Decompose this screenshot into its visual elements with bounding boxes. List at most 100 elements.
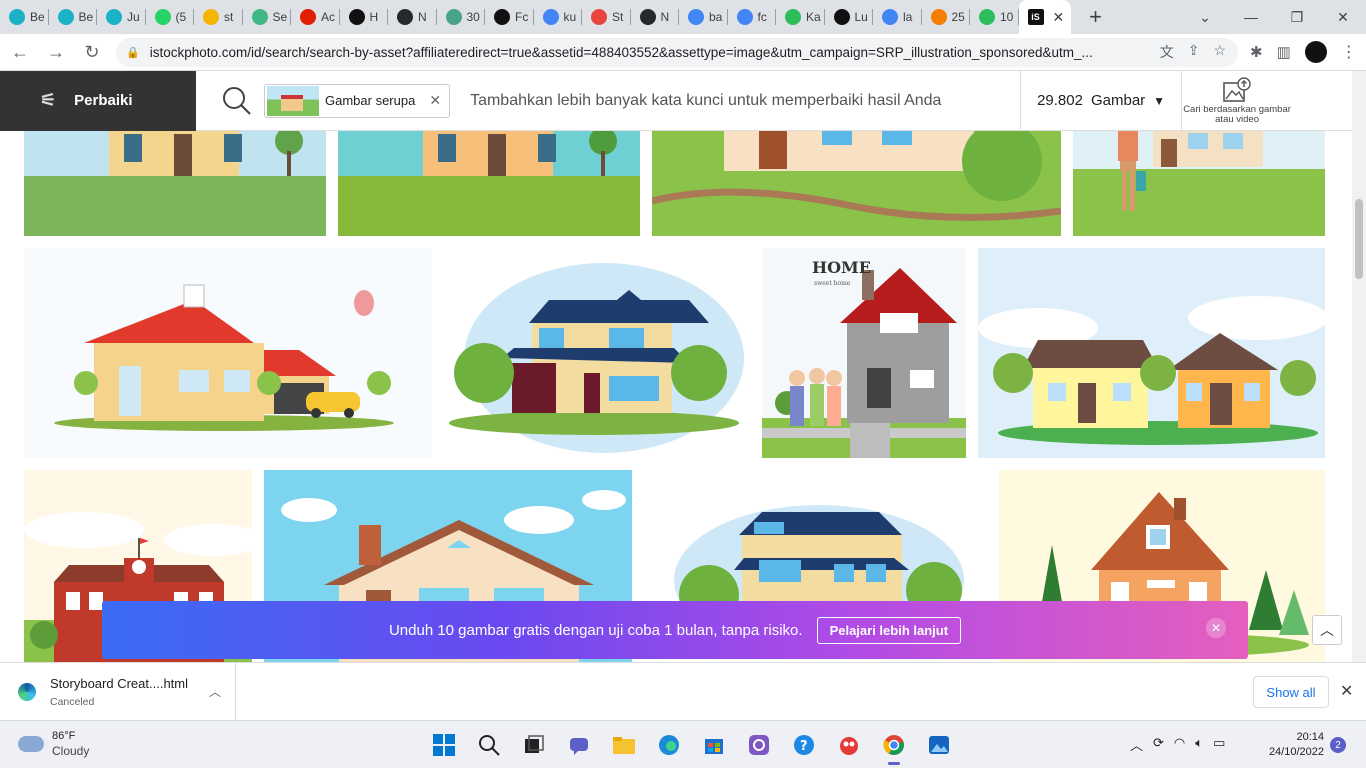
result-image[interactable] — [652, 131, 1061, 236]
file-explorer-icon[interactable] — [608, 729, 640, 761]
task-view-icon[interactable] — [518, 729, 550, 761]
remove-chip-icon[interactable]: ✕ — [429, 92, 441, 109]
sync-icon[interactable]: ⟳ — [1153, 735, 1164, 754]
game-app-icon[interactable] — [833, 729, 865, 761]
search-by-image-button[interactable]: Cari berdasarkan gambar atau video — [1182, 76, 1292, 125]
clock[interactable]: 20:14 24/10/2022 — [1262, 730, 1324, 760]
browser-tab[interactable]: 30 — [437, 0, 485, 34]
browser-tab[interactable]: Ju — [97, 0, 146, 34]
browser-tab[interactable]: Be — [49, 0, 97, 34]
tab-label: Ju — [127, 10, 140, 24]
result-count-dropdown[interactable]: 29.802 Gambar ▼ — [1020, 70, 1183, 131]
download-status: Canceled — [50, 695, 95, 708]
tab-label: Be — [78, 10, 94, 24]
similar-images-chip[interactable]: Gambar serupa ✕ — [264, 83, 451, 118]
show-all-button[interactable]: Show all — [1253, 676, 1329, 708]
tab-istock-active[interactable]: iS ✕ — [1018, 0, 1071, 34]
browser-tab[interactable]: Lu — [825, 0, 873, 34]
restore-button[interactable]: ❐ — [1274, 0, 1320, 34]
chevron-up-icon[interactable]: ︿ — [1130, 735, 1143, 754]
result-image[interactable] — [24, 131, 326, 236]
share-icon[interactable]: ⇪ — [1188, 42, 1200, 62]
photos-icon[interactable] — [923, 729, 955, 761]
istock-icon: iS — [1027, 9, 1044, 25]
minimize-button[interactable]: — — [1228, 0, 1274, 34]
home-subtitle-text: sweet home — [814, 280, 851, 287]
docs-icon — [445, 9, 462, 25]
back-button[interactable]: ← — [4, 36, 36, 68]
profile-avatar[interactable] — [1304, 41, 1327, 63]
result-image[interactable] — [978, 248, 1325, 458]
chrome-icon[interactable] — [878, 729, 910, 765]
browser-tab[interactable]: 10 — [970, 0, 1019, 34]
search-icon[interactable] — [473, 729, 505, 761]
scrollbar-thumb[interactable] — [1355, 199, 1363, 279]
url-text: istockphoto.com/id/search/search-by-asse… — [149, 44, 1093, 60]
browser-tab[interactable]: la — [873, 0, 922, 34]
menu-icon[interactable]: ⋮ — [1341, 42, 1357, 62]
battery-icon[interactable]: ▭ — [1213, 735, 1225, 754]
temperature: 86°F — [52, 730, 76, 742]
tab-search-icon[interactable]: ⌄ — [1182, 0, 1228, 34]
browser-tab[interactable]: Be — [0, 0, 49, 34]
keyword-input[interactable]: Tambahkan lebih banyak kata kunci untuk … — [470, 92, 1020, 110]
edge-icon[interactable] — [653, 729, 685, 761]
translate-icon[interactable]: ⽂ — [1160, 42, 1174, 62]
result-image[interactable]: HOME sweet home — [762, 248, 966, 458]
result-image[interactable] — [24, 248, 432, 458]
browser-tab[interactable]: ku — [534, 0, 582, 34]
side-panel-icon[interactable]: ▥ — [1277, 43, 1291, 61]
app-icon[interactable] — [743, 729, 775, 761]
notification-badge[interactable]: 2 — [1330, 737, 1346, 753]
browser-tab[interactable]: Ka — [776, 0, 825, 34]
weather-widget[interactable]: 86°F Cloudy — [18, 730, 89, 758]
close-window-button[interactable]: ✕ — [1320, 0, 1366, 34]
tab-label: N — [418, 10, 427, 24]
result-image[interactable] — [338, 131, 640, 236]
volume-icon[interactable]: 🔈︎ — [1195, 735, 1203, 754]
browser-tab[interactable]: (5 — [146, 0, 194, 34]
close-icon[interactable]: ✕ — [1206, 618, 1226, 638]
result-image[interactable] — [1073, 131, 1325, 236]
tab-label: 10 — [1000, 10, 1014, 24]
microsoft-store-icon[interactable] — [698, 729, 730, 761]
github-icon — [397, 9, 413, 25]
google-drive-icon — [203, 9, 219, 25]
result-image[interactable] — [444, 248, 750, 458]
browser-tab[interactable]: Fc — [485, 0, 534, 34]
download-item[interactable]: Storyboard Creat....html Canceled ︿ — [0, 662, 236, 721]
browser-tab[interactable]: Ac — [291, 0, 340, 34]
browser-tab[interactable]: ba — [679, 0, 728, 34]
page-scrollbar[interactable] — [1352, 71, 1366, 662]
chevron-up-icon[interactable]: ︿ — [209, 683, 221, 700]
browser-tab[interactable]: fc — [728, 0, 776, 34]
wifi-icon[interactable]: ◠ — [1174, 735, 1185, 754]
new-tab-button[interactable]: + — [1079, 0, 1113, 34]
tab-label: la — [903, 10, 913, 24]
browser-tab[interactable]: H — [340, 0, 388, 34]
learn-more-button[interactable]: Pelajari lebih lanjut — [816, 616, 962, 644]
chat-icon — [591, 9, 607, 25]
tab-label: 25 — [951, 10, 965, 24]
extensions-icon[interactable]: ✱ — [1250, 43, 1263, 61]
bookmark-star-icon[interactable]: ☆ — [1213, 42, 1226, 62]
reload-button[interactable]: ↻ — [76, 36, 108, 68]
browser-tab[interactable]: 25 — [922, 0, 970, 34]
browser-tab[interactable]: Se — [243, 0, 291, 34]
tab-label: fc — [757, 10, 767, 24]
windows-start-icon[interactable] — [428, 729, 460, 761]
search-icon[interactable] — [218, 82, 256, 120]
close-tab-icon[interactable]: ✕ — [1053, 9, 1065, 26]
home-title-text: HOME — [812, 258, 871, 277]
address-bar[interactable]: 🔒 istockphoto.com/id/search/search-by-as… — [116, 37, 1238, 67]
forward-button[interactable]: → — [40, 36, 72, 68]
browser-tab[interactable]: St — [582, 0, 631, 34]
browser-tab[interactable]: st — [194, 0, 243, 34]
refine-button[interactable]: ⚟ Perbaiki — [0, 70, 196, 131]
browser-tab[interactable]: N — [388, 0, 437, 34]
scroll-to-top-button[interactable]: ︿ — [1312, 615, 1342, 645]
browser-tab[interactable]: N — [631, 0, 679, 34]
help-icon[interactable]: ? — [788, 729, 820, 761]
close-download-bar-icon[interactable]: ✕ — [1340, 681, 1353, 701]
teams-chat-icon[interactable] — [563, 729, 595, 761]
